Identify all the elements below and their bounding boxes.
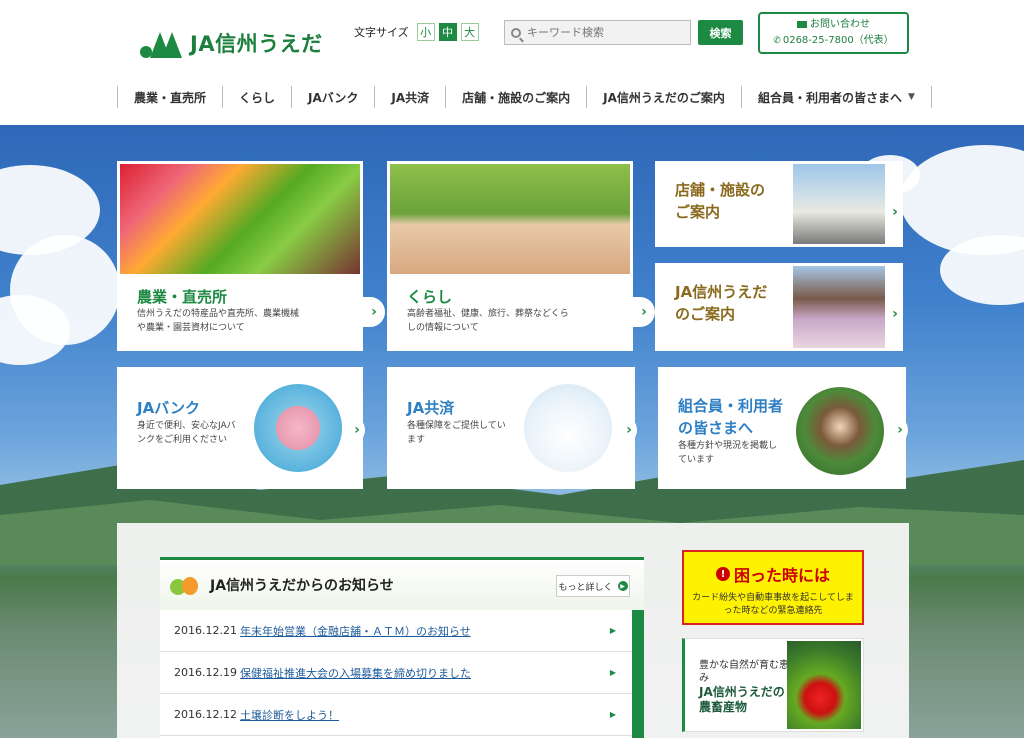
news-link[interactable]: 年末年始営業（金融店舗・ＡＴＭ）のお知らせ [240,623,471,639]
search-box [504,20,691,45]
play-icon: ▶ [617,581,628,591]
card-nogyo-title: 農業・直売所 [137,288,228,306]
contact-label: お問い合わせ [810,19,870,30]
card-kumiai-desc: 各種方針や現況を掲載し ています [678,441,778,465]
nav-item-kumiai[interactable]: 組合員・利用者の皆さまへ ▼ [740,86,932,108]
products-banner[interactable]: 豊かな自然が育む恵み JA信州うえだの農畜産物 [682,638,864,732]
main-nav: 農業・直売所 くらし JAバンク JA共済 店舗・施設のご案内 JA信州うえだの… [117,86,932,108]
emergency-desc: カード紛失や自動車事故を起こしてしまった時などの緊急連絡先 [692,593,854,616]
card-kyosai-title: JA共済 [407,399,455,417]
card-kyosai[interactable]: JA共済 各種保障をご提供してい ます › [387,367,637,489]
castle-image [793,266,885,348]
card-annai[interactable]: JA信州うえだ のご案内 › [655,263,903,351]
triangle-right-icon: ▶ [609,668,616,677]
card-nogyo[interactable]: 農業・直売所 信州うえだの特産品や直売所、農業機械 や農業・園芸資材について › [117,161,385,351]
triangle-right-icon: ▶ [609,710,616,719]
news-list: 2016.12.21 年末年始営業（金融店舗・ＡＴＭ）のお知らせ ▶ 2016.… [160,610,632,736]
chevron-right-icon: › [887,197,903,227]
news-date: 2016.12.21 [174,624,237,637]
news-scrollbar[interactable] [632,610,644,738]
card-bank[interactable]: JAバンク 身近で便利、安心なJAバ ンクをご利用ください › [117,367,365,489]
mail-icon [797,20,807,28]
family-image [390,164,630,274]
nav-item-bank[interactable]: JAバンク [291,86,374,108]
products-title: JA信州うえだの農畜産物 [699,685,785,714]
triangle-right-icon: ▶ [609,626,616,635]
font-size-switcher: 文字サイズ 小 中 大 [354,23,479,41]
news-header: JA信州うえだからのお知らせ もっと詳しく ▶ [160,560,644,610]
farmer-image [796,387,884,475]
nav-item-tenpo[interactable]: 店舗・施設のご案内 [445,86,586,108]
news-panel: JA信州うえだからのお知らせ もっと詳しく ▶ 2016.12.21 年末年始営… [160,557,644,738]
vegetables-image [120,164,360,274]
news-title: JA信州うえだからのお知らせ [210,578,394,594]
font-size-large-button[interactable]: 大 [460,23,479,41]
font-size-label: 文字サイズ [354,26,409,39]
card-tenpo[interactable]: 店舗・施設の ご案内 › [655,161,903,247]
card-kurashi-title: くらし [407,288,453,306]
card-kumiai[interactable]: 組合員・利用者 の皆さまへ 各種方針や現況を掲載し ています › [658,367,908,489]
emergency-title: ! 困った時には [715,562,830,586]
font-size-small-button[interactable]: 小 [416,23,435,41]
nav-item-nogyo[interactable]: 農業・直売所 [117,86,222,108]
news-link[interactable]: 土壌診断をしよう！ [240,707,339,723]
news-more-button[interactable]: もっと詳しく ▶ [556,575,630,597]
card-kyosai-desc: 各種保障をご提供してい ます [407,421,506,445]
card-tenpo-title: 店舗・施設の ご案内 [675,181,766,221]
site-logo[interactable]: JA信州うえだ [140,28,323,58]
card-bank-desc: 身近で便利、安心なJAバ ンクをご利用ください [137,421,236,445]
search-input[interactable] [527,26,677,39]
logo-text: JA信州うえだ [190,32,323,56]
chevron-down-icon: ▼ [907,92,915,102]
card-nogyo-desc: 信州うえだの特産品や直売所、農業機械 や農業・園芸資材について [137,309,300,333]
card-bank-title: JAバンク [137,399,200,417]
nav-item-annai[interactable]: JA信州うえだのご案内 [586,86,741,108]
ja-logo-icon [140,28,184,58]
search-icon [511,27,521,38]
news-date: 2016.12.12 [174,708,237,721]
family-jumping-image [524,384,612,472]
news-item[interactable]: 2016.12.19 保健福祉推進大会の入場募集を締め切りました ▶ [160,652,632,694]
search-button[interactable]: 検索 [698,20,743,45]
card-annai-title: JA信州うえだ のご案内 [675,283,768,323]
chevron-right-icon: › [892,415,908,445]
phone-icon: ✆ [773,36,781,46]
news-item[interactable]: 2016.12.12 土壌診断をしよう！ ▶ [160,694,632,736]
chevron-right-icon: › [621,415,637,445]
chevron-right-icon: › [349,415,365,445]
shop-image [793,164,885,244]
card-kurashi[interactable]: くらし 高齢者福祉、健康、旅行、葬祭などくら しの情報について › [387,161,655,351]
site-header: JA信州うえだ 文字サイズ 小 中 大 検索 お問い合わせ ✆0268-25-7… [0,0,1024,125]
news-more-label: もっと詳しく [558,582,613,593]
card-kumiai-title: 組合員・利用者 の皆さまへ [678,397,784,437]
contact-button[interactable]: お問い合わせ ✆ 0268-25-7800（代表） [758,12,909,54]
nav-item-kyosai[interactable]: JA共済 [374,86,445,108]
piggy-bank-image [254,384,342,472]
emergency-banner[interactable]: ! 困った時には カード紛失や自動車事故を起こしてしまった時などの緊急連絡先 [682,550,864,625]
chevron-right-icon: › [887,299,903,329]
fruit-icon [170,573,200,597]
nav-item-kumiai-label: 組合員・利用者の皆さまへ [757,90,902,105]
font-size-medium-button[interactable]: 中 [438,23,457,41]
products-subtitle: 豊かな自然が育む恵み [699,660,789,684]
card-kurashi-desc: 高齢者福祉、健康、旅行、葬祭などくら しの情報について [407,309,569,333]
alert-icon: ! [715,567,730,581]
news-link[interactable]: 保健福祉推進大会の入場募集を締め切りました [240,665,471,681]
news-item[interactable]: 2016.12.21 年末年始営業（金融店舗・ＡＴＭ）のお知らせ ▶ [160,610,632,652]
nav-item-kurashi[interactable]: くらし [222,86,291,108]
news-date: 2016.12.19 [174,666,237,679]
contact-phone: 0268-25-7800（代表） [782,35,894,46]
apple-image [787,641,861,729]
